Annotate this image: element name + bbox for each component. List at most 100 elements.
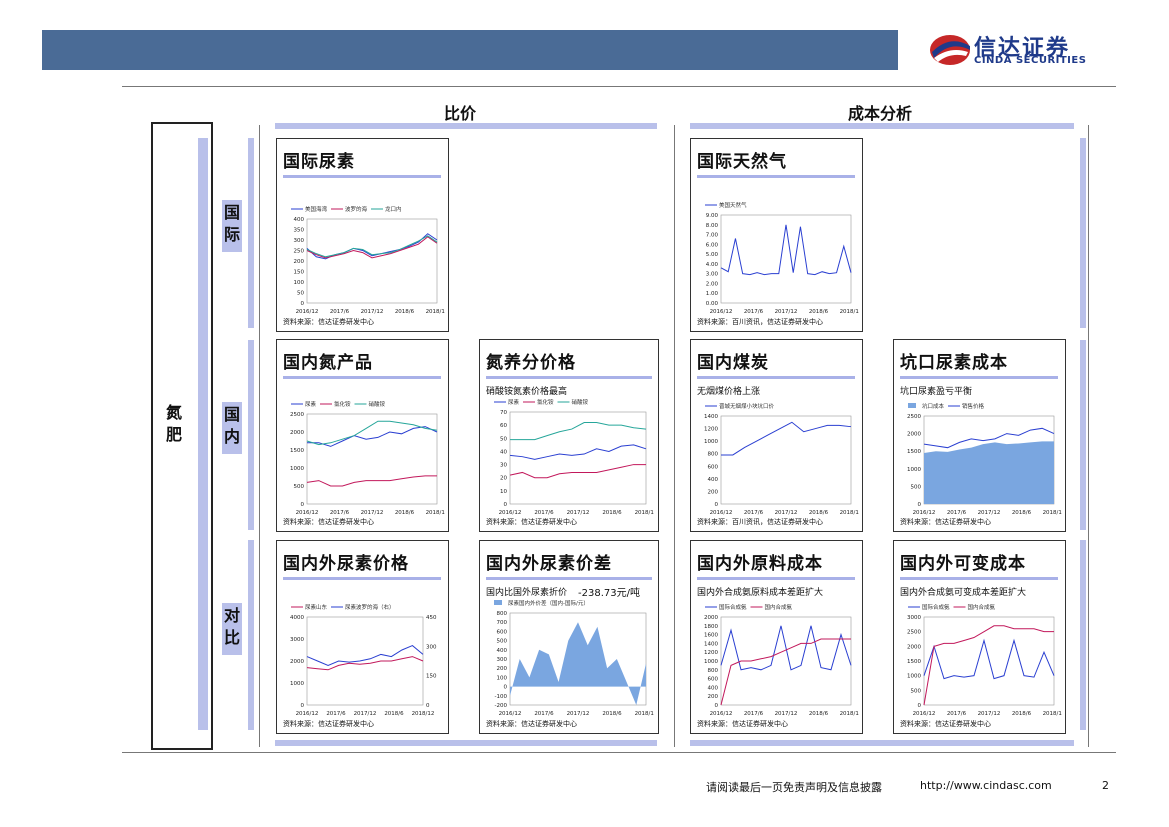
x-tick-label: 2018/12	[840, 510, 859, 516]
title-underline	[283, 577, 441, 580]
side-bar-right-3	[1080, 540, 1086, 730]
line-series	[306, 475, 437, 487]
category-box-bar	[198, 138, 208, 730]
legend-item: 美国海湾	[291, 205, 328, 213]
panel-subtitle: 坑口尿素盈亏平衡	[900, 387, 973, 397]
legend-label: 氯化铵	[334, 400, 351, 408]
y-tick-label: 20	[500, 476, 507, 482]
y-tick-label: 0	[715, 703, 719, 709]
legend-label: 坑口成本	[922, 402, 945, 410]
legend-item: 坑口成本	[908, 402, 945, 410]
legend-item: 尿素波罗的海（右）	[331, 603, 395, 611]
frame-line-left	[259, 125, 260, 747]
panel-source: 资料来源：信达证券研发中心	[283, 720, 374, 728]
x-tick-label: 2016/12	[913, 711, 936, 717]
x-tick-label: 2018/6	[1012, 711, 1032, 717]
x-tick-label: 2018/6	[809, 711, 829, 717]
y-tick-label: 2500	[907, 630, 921, 636]
line-series	[306, 645, 424, 666]
header-bar	[42, 30, 898, 70]
legend-label: 国际合成氨	[719, 603, 747, 611]
x-tick-label: 2017/12	[567, 711, 590, 717]
panel-title: 坑口尿素成本	[900, 353, 1008, 373]
y-tick-label: 800	[708, 452, 719, 458]
x-tick-label: 2016/12	[296, 510, 319, 516]
panel-title: 国内外原料成本	[697, 554, 823, 574]
x-tick-label: 2016/12	[499, 510, 522, 516]
line-series	[306, 420, 438, 446]
line-series	[720, 625, 852, 671]
x-tick-label: 2017/12	[978, 711, 1001, 717]
side-bar-right-2	[1080, 340, 1086, 530]
side-bar-left-1	[248, 138, 254, 328]
x-tick-label: 2018/12	[635, 711, 654, 717]
y-tick-label: 500	[911, 484, 922, 490]
y-tick-label: 600	[708, 464, 719, 470]
legend-label: 晋城无烟煤小块坑口价	[719, 402, 775, 410]
panel-subtitle: 国内外合成氨原料成本差距扩大	[697, 588, 824, 598]
title-underline	[900, 376, 1058, 379]
y-tick-label: 400	[708, 477, 719, 483]
y-tick-label: 1.00	[706, 291, 719, 297]
panel-source: 资料来源：信达证券研发中心	[486, 518, 577, 526]
x-tick-label: 2017/6	[534, 510, 554, 516]
section-bar-left-bottom	[275, 740, 657, 746]
y-tick-label: 1500	[290, 448, 304, 454]
panel-source: 资料来源：百川资讯，信达证券研发中心	[697, 318, 823, 326]
x-tick-label: 2018/12	[840, 309, 859, 315]
y-tick-label: 1000	[704, 439, 718, 445]
y-tick-label: 150	[294, 270, 305, 276]
footer-url[interactable]: http://www.cindasc.com	[920, 779, 1052, 792]
x-tick-label: 2018/6	[602, 711, 622, 717]
plot-frame	[306, 218, 438, 304]
legend-item: 国内合成氨	[953, 603, 996, 611]
y-tick-label: -100	[495, 694, 508, 700]
y-tick-label: 400	[708, 685, 719, 691]
legend-label: 波罗的海	[345, 205, 368, 213]
chart-domestic-coal: 晋城无烟煤小块坑口价 0 200 400 600 800 1000 1200 1400 2016/…	[704, 402, 859, 516]
y2-tick-label: 150	[426, 674, 437, 680]
panel-urea-price-compare: 国内外尿素价格 尿素山东 尿素波罗的海（右） 0 1000 2000 3000 4000 0 1…	[276, 540, 449, 734]
panel-title: 国内氮产品	[283, 353, 373, 373]
y2-tick-label: 450	[426, 615, 437, 621]
y-tick-label: 4.00	[706, 262, 719, 268]
y-tick-label: 30	[500, 463, 507, 469]
legend-item: 国内合成氨	[750, 603, 793, 611]
y-tick-label: 8.00	[706, 223, 719, 229]
y-tick-label: 1400	[704, 641, 718, 647]
y-tick-label: 5.00	[706, 252, 719, 258]
y-tick-label: 0	[715, 502, 719, 508]
y-tick-label: 10	[500, 489, 507, 495]
x-tick-label: 2016/12	[710, 309, 733, 315]
row-label-domestic: 国内	[223, 405, 240, 446]
x-tick-label: 2017/6	[330, 309, 350, 315]
panel-source: 资料来源：信达证券研发中心	[283, 318, 374, 326]
x-tick-label: 2016/12	[913, 510, 936, 516]
plot-frame	[720, 214, 852, 304]
y-tick-label: 400	[497, 648, 508, 654]
title-underline	[283, 175, 441, 178]
y-tick-label: 2000	[704, 615, 718, 621]
row-label-compare: 对比	[223, 606, 240, 647]
x-tick-label: 2017/6	[744, 510, 764, 516]
legend-label: 硝酸铵	[572, 398, 589, 406]
panel-intl-urea: 国际尿素 美国海湾 波罗的海 龙口内 0 50 100 150 200 250 300 350 400…	[276, 138, 449, 332]
x-tick-label: 2017/6	[534, 711, 554, 717]
panel-urea-spread: 国内外尿素价差 国内比国外尿素折价 -238.73元/吨 尿素国内外价差（国内-…	[479, 540, 659, 734]
panel-subtitle: 国内外合成氨可变成本差距扩大	[900, 588, 1027, 598]
y-tick-label: 0.00	[706, 301, 719, 307]
x-tick-label: 2017/6	[947, 711, 967, 717]
y-tick-label: 9.00	[706, 213, 719, 219]
y2-tick-label: 300	[426, 644, 437, 650]
y-tick-label: 60	[500, 423, 507, 429]
y-tick-label: 2000	[907, 644, 921, 650]
panel-source: 资料来源：百川资讯，信达证券研发中心	[697, 518, 823, 526]
x-tick-label: 2017/6	[326, 711, 346, 717]
y-tick-label: 2000	[907, 432, 921, 438]
side-bar-right-1	[1080, 138, 1086, 328]
y-tick-label: 4000	[290, 615, 304, 621]
legend-item: 波罗的海	[331, 205, 368, 213]
panel-title: 氮养分价格	[486, 353, 576, 373]
y-tick-label: -200	[495, 703, 508, 709]
y-tick-label: 100	[294, 280, 305, 286]
